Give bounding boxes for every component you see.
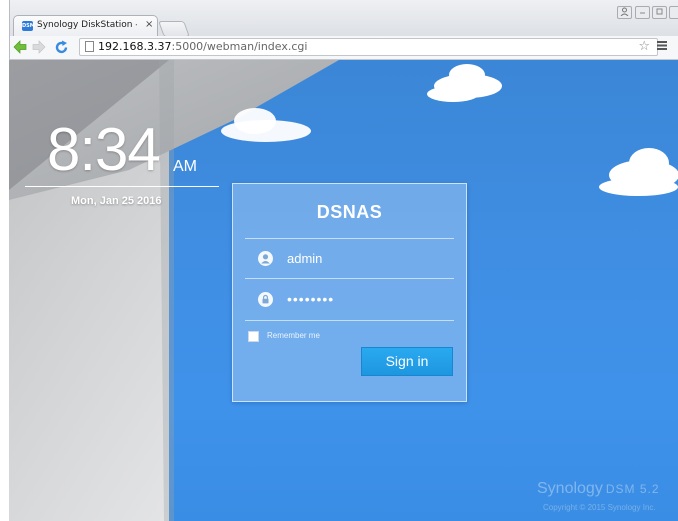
lock-icon <box>258 292 273 307</box>
clock-date: Mon, Jan 25 2016 <box>71 195 162 207</box>
menu-icon[interactable] <box>657 39 667 55</box>
dsm-login-page: 8:34 AM Mon, Jan 25 2016 DSNAS admin •••… <box>9 60 678 521</box>
profile-icon[interactable] <box>617 6 632 19</box>
tab-strip: DSM Synology DiskStation - D × <box>9 0 678 37</box>
back-arrow-icon[interactable] <box>13 40 27 57</box>
browser-tab[interactable]: DSM Synology DiskStation - D × <box>13 15 158 37</box>
brand-name: Synology <box>537 480 603 497</box>
page-icon <box>85 41 94 52</box>
synology-logo: Synology DSM 5.2 <box>537 480 660 498</box>
divider <box>245 320 454 321</box>
tab-title: Synology DiskStation - D <box>37 20 137 30</box>
page-margin <box>0 0 9 521</box>
minimize-button[interactable] <box>635 6 650 19</box>
browser-toolbar: 192.168.3.37:5000/webman/index.cgi ☆ <box>9 36 678 60</box>
login-panel: DSNAS admin •••••••• Remember me Sign in <box>232 183 467 402</box>
remember-me-label[interactable]: Remember me <box>267 331 320 340</box>
new-tab-button[interactable] <box>158 21 190 37</box>
address-bar[interactable]: 192.168.3.37:5000/webman/index.cgi ☆ <box>79 38 658 56</box>
clock-ampm: AM <box>173 158 197 175</box>
divider <box>245 238 454 239</box>
maximize-button[interactable] <box>652 6 667 19</box>
remember-me-checkbox[interactable] <box>248 331 259 342</box>
clock-divider <box>25 186 219 187</box>
password-value: •••••••• <box>287 291 335 307</box>
close-window-button[interactable] <box>669 6 678 19</box>
copyright-text: Copyright © 2015 Synology Inc. <box>543 503 656 512</box>
sign-in-button[interactable]: Sign in <box>361 347 453 376</box>
url-text: 192.168.3.37:5000/webman/index.cgi <box>98 40 307 54</box>
dsm-favicon-icon: DSM <box>22 21 35 31</box>
forward-arrow-icon[interactable] <box>32 40 46 57</box>
user-icon <box>258 251 273 266</box>
server-name: DSNAS <box>316 202 383 222</box>
browser-window: DSM Synology DiskStation - D × 192.168.3… <box>9 0 678 521</box>
reload-icon[interactable] <box>54 40 69 58</box>
url-path: :5000/webman/index.cgi <box>171 40 308 53</box>
username-value: admin <box>287 251 323 266</box>
url-host: 192.168.3.37 <box>98 40 172 53</box>
divider <box>245 278 454 279</box>
product-name: DSM 5.2 <box>605 482 660 496</box>
clock-time: 8:34 <box>47 116 161 183</box>
star-icon[interactable]: ☆ <box>638 39 650 55</box>
tab-close-icon[interactable]: × <box>145 19 153 30</box>
